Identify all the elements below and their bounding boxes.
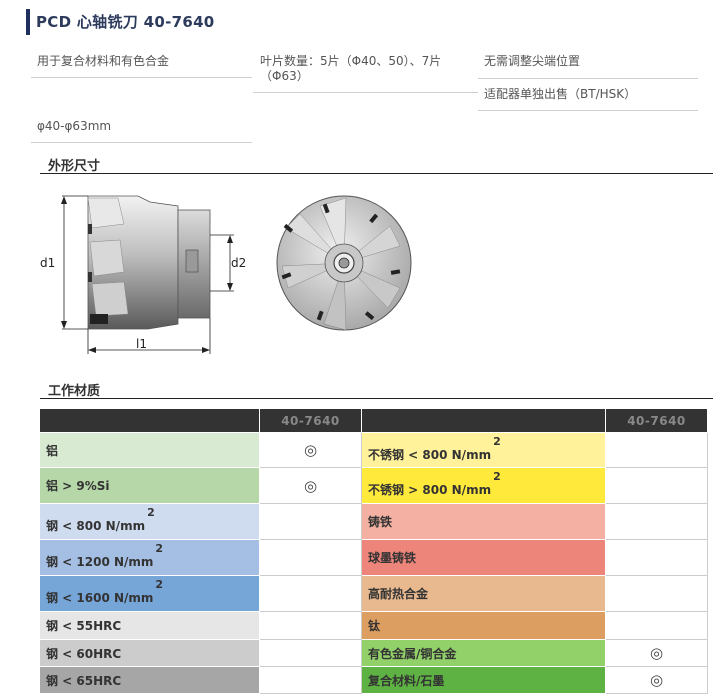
left-material-name: 钢 < 65HRC <box>46 673 122 688</box>
left-material-name: 钢 < 55HRC <box>46 619 122 633</box>
l1-label: l1 <box>136 337 147 351</box>
front-view <box>276 195 412 331</box>
side-view: d1 d2 l1 <box>40 195 246 354</box>
dimension-drawing: d1 d2 l1 <box>28 184 425 364</box>
table-row: 铝 ◎ 不锈钢 < 800 N/mm2 <box>39 432 708 468</box>
divider <box>478 78 698 79</box>
d2-label: d2 <box>231 256 246 270</box>
divider <box>31 77 252 78</box>
left-material-cell: 钢 < 1600 N/mm2 <box>39 575 260 612</box>
right-suitability-mark <box>605 503 708 540</box>
feature-composite: 用于复合材料和有色合金 <box>37 54 170 68</box>
right-suitability-mark: ◎ <box>605 666 708 694</box>
right-material-cell: 铸铁 <box>361 503 606 540</box>
title-bar: PCD 心轴铣刀 40-7640 <box>26 9 215 35</box>
right-material-cell: 不锈钢 > 800 N/mm2 <box>361 467 606 504</box>
left-material-cell: 钢 < 55HRC <box>39 611 260 640</box>
feature-no-adjust: 无需调整尖端位置 <box>484 54 581 68</box>
table-row: 钢 < 1200 N/mm2 球墨铸铁 <box>39 539 708 576</box>
table-row: 钢 < 65HRC 复合材料/石墨 ◎ <box>39 666 708 694</box>
right-material-name: 高耐热合金 <box>368 587 429 601</box>
right-material-name: 球墨铸铁 <box>368 551 417 565</box>
right-material-name: 不锈钢 < 800 N/mm <box>368 447 492 462</box>
divider <box>31 142 252 143</box>
header-product-right: 40-7640 <box>605 408 708 433</box>
right-suitability-mark <box>605 611 708 640</box>
left-material-name: 铝 > 9%Si <box>46 479 110 493</box>
left-material-name: 钢 < 1200 N/mm <box>46 555 154 569</box>
right-material-name: 不锈钢 > 800 N/mm <box>368 483 492 497</box>
feature-blades-line1: 叶片数量：5片（Φ40、50）、7片 <box>260 54 442 68</box>
right-material-unit-superscript: 2 <box>493 470 501 483</box>
left-suitability-mark <box>259 639 362 667</box>
left-suitability-mark <box>259 666 362 694</box>
cutter-drawing-svg: d1 d2 l1 <box>40 195 412 354</box>
page-title: PCD 心轴铣刀 40-7640 <box>36 13 215 31</box>
left-material-cell: 铝 <box>39 432 260 468</box>
left-material-name: 钢 < 1600 N/mm <box>46 591 154 605</box>
table-row: 钢 < 800 N/mm2 铸铁 <box>39 503 708 540</box>
right-suitability-mark <box>605 467 708 504</box>
left-material-cell: 铝 > 9%Si <box>39 467 260 504</box>
section-divider <box>40 398 713 399</box>
section-title-dimensions: 外形尺寸 <box>48 159 101 174</box>
d1-label: d1 <box>40 256 55 270</box>
table-row: 钢 < 60HRC 有色金属/铜合金 ◎ <box>39 639 708 667</box>
left-suitability-mark <box>259 611 362 640</box>
left-material-name: 钢 < 800 N/mm <box>46 519 146 533</box>
header-cell <box>361 408 606 433</box>
table-row: 钢 < 55HRC 钛 <box>39 611 708 640</box>
left-suitability-mark: ◎ <box>259 467 362 504</box>
right-material-name: 有色金属/铜合金 <box>368 646 457 661</box>
left-material-cell: 钢 < 1200 N/mm2 <box>39 539 260 576</box>
table-row: 铝 > 9%Si ◎ 不锈钢 > 800 N/mm2 <box>39 467 708 504</box>
left-suitability-mark <box>259 503 362 540</box>
left-material-cell: 钢 < 800 N/mm2 <box>39 503 260 540</box>
right-material-name: 钛 <box>368 619 381 633</box>
feature-adapter: 适配器单独出售（BT/HSK） <box>484 87 637 101</box>
right-material-cell: 高耐热合金 <box>361 575 606 612</box>
section-divider <box>40 173 713 174</box>
left-material-name: 铝 <box>46 443 59 458</box>
header-cell <box>39 408 260 433</box>
left-material-unit-superscript: 2 <box>155 542 164 555</box>
right-material-cell: 球墨铸铁 <box>361 539 606 576</box>
feature-diameter-range: φ40-φ63mm <box>37 119 112 133</box>
divider <box>253 92 478 93</box>
materials-table: 40-7640 40-7640 铝 ◎ 不锈钢 < 800 N/mm2 铝 > 9%S… <box>39 408 708 694</box>
table-header-row: 40-7640 40-7640 <box>39 408 708 433</box>
right-material-name: 铸铁 <box>368 515 393 529</box>
right-material-cell: 有色金属/铜合金 <box>361 639 606 667</box>
left-material-cell: 钢 < 65HRC <box>39 666 260 694</box>
section-title-materials: 工作材质 <box>48 384 101 399</box>
header-product-left: 40-7640 <box>259 408 362 433</box>
left-suitability-mark <box>259 539 362 576</box>
left-suitability-mark <box>259 575 362 612</box>
left-material-unit-superscript: 2 <box>147 506 155 519</box>
left-suitability-mark: ◎ <box>259 432 362 468</box>
right-suitability-mark <box>605 432 708 468</box>
divider <box>478 110 698 111</box>
left-material-unit-superscript: 2 <box>155 578 164 591</box>
right-material-cell: 复合材料/石墨 <box>361 666 606 694</box>
left-material-name: 钢 < 60HRC <box>46 646 122 661</box>
right-material-cell: 钛 <box>361 611 606 640</box>
right-material-cell: 不锈钢 < 800 N/mm2 <box>361 432 606 468</box>
table-row: 钢 < 1600 N/mm2 高耐热合金 <box>39 575 708 612</box>
right-suitability-mark: ◎ <box>605 639 708 667</box>
right-suitability-mark <box>605 575 708 612</box>
right-material-name: 复合材料/石墨 <box>368 673 445 688</box>
left-material-cell: 钢 < 60HRC <box>39 639 260 667</box>
right-material-unit-superscript: 2 <box>493 434 501 448</box>
feature-blades-line2: （Φ63） <box>260 69 309 83</box>
right-suitability-mark <box>605 539 708 576</box>
